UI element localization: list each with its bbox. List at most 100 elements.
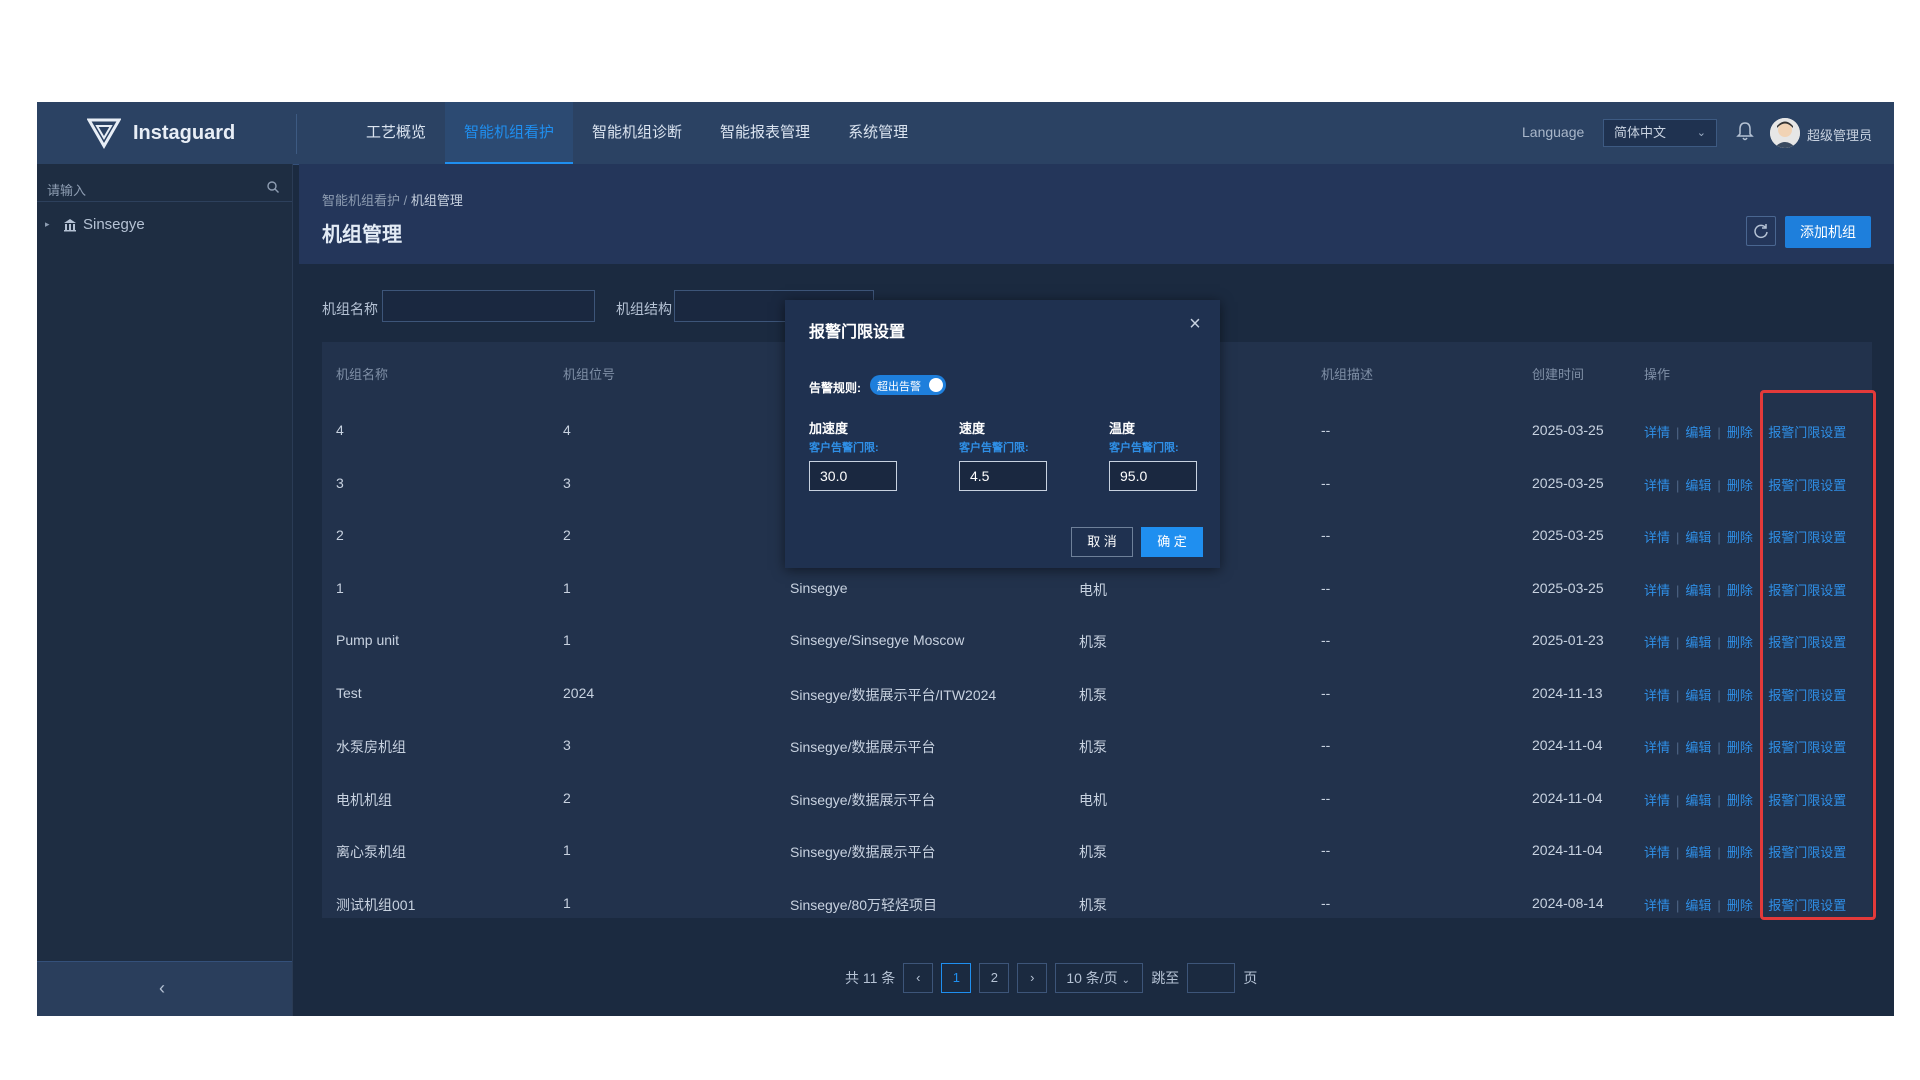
action-separator: | — [1717, 845, 1721, 860]
edit-link[interactable]: 编辑 — [1685, 845, 1711, 860]
refresh-button[interactable] — [1746, 216, 1776, 246]
caret-right-icon[interactable]: ▸ — [45, 219, 57, 230]
cell-description: -- — [1321, 842, 1331, 858]
action-separator: | — [1717, 635, 1721, 650]
details-link[interactable]: 详情 — [1644, 898, 1670, 913]
toggle-knob — [929, 378, 943, 392]
avatar[interactable] — [1770, 118, 1800, 148]
search-icon[interactable] — [266, 180, 280, 194]
page-unit-label: 页 — [1243, 970, 1258, 986]
page-size-select[interactable]: 10 条/页 ⌄ — [1055, 963, 1144, 993]
user-name[interactable]: 超级管理员 — [1807, 125, 1872, 144]
alarm-rule-label: 告警规则: — [809, 381, 861, 395]
refresh-icon — [1754, 224, 1768, 239]
cell-structure: Sinsegye/Sinsegye Moscow — [790, 632, 965, 648]
nav-item-process-overview[interactable]: 工艺概览 — [347, 102, 445, 164]
cell-structure: Sinsegye/数据展示平台 — [790, 844, 936, 860]
app-name: Instaguard — [133, 121, 236, 144]
delete-link[interactable]: 删除 — [1727, 583, 1753, 598]
cell-name: 测试机组001 — [336, 896, 416, 913]
details-link[interactable]: 详情 — [1644, 530, 1670, 545]
logo-icon — [87, 118, 121, 149]
edit-link[interactable]: 编辑 — [1685, 688, 1711, 703]
column-header-name: 机组名称 — [336, 367, 389, 382]
language-select[interactable]: 简体中文 ⌄ — [1603, 119, 1717, 147]
details-link[interactable]: 详情 — [1644, 425, 1670, 440]
bell-icon[interactable] — [1735, 120, 1755, 142]
temperature-threshold-input[interactable]: 95.0 — [1109, 461, 1197, 491]
delete-link[interactable]: 删除 — [1727, 425, 1753, 440]
details-link[interactable]: 详情 — [1644, 478, 1670, 493]
add-unit-button[interactable]: 添加机组 — [1785, 216, 1871, 248]
edit-link[interactable]: 编辑 — [1685, 793, 1711, 808]
edit-link[interactable]: 编辑 — [1685, 635, 1711, 650]
details-link[interactable]: 详情 — [1644, 688, 1670, 703]
velocity-threshold-input[interactable]: 4.5 — [959, 461, 1047, 491]
logo[interactable]: Instaguard — [87, 116, 235, 150]
details-link[interactable]: 详情 — [1644, 845, 1670, 860]
filter-structure-label: 机组结构 — [616, 301, 672, 317]
cell-created: 2024-11-04 — [1532, 737, 1603, 753]
acceleration-threshold-input[interactable]: 30.0 — [809, 461, 897, 491]
tree-search-input[interactable]: 请输入 — [37, 174, 292, 202]
edit-link[interactable]: 编辑 — [1685, 740, 1711, 755]
top-header: Instaguard 工艺概览 智能机组看护 智能机组诊断 智能报表管理 系统管… — [37, 102, 1894, 165]
acceleration-field-group: 加速度 客户告警门限: 30.0 — [809, 418, 909, 491]
edit-link[interactable]: 编辑 — [1685, 478, 1711, 493]
acceleration-threshold-label: 客户告警门限: — [809, 442, 879, 454]
delete-link[interactable]: 删除 — [1727, 898, 1753, 913]
edit-link[interactable]: 编辑 — [1685, 583, 1711, 598]
cell-created: 2024-11-13 — [1532, 684, 1603, 701]
action-separator: | — [1717, 687, 1721, 703]
chevron-down-icon: ⌄ — [1696, 127, 1706, 139]
cancel-button[interactable]: 取 消 — [1071, 527, 1133, 557]
nav-item-unit-diagnosis[interactable]: 智能机组诊断 — [573, 102, 701, 164]
details-link[interactable]: 详情 — [1644, 635, 1670, 650]
prev-page-button[interactable]: ‹ — [903, 963, 934, 993]
cell-description: -- — [1321, 579, 1331, 596]
nav-item-report-management[interactable]: 智能报表管理 — [701, 102, 829, 164]
chevron-left-icon[interactable]: ‹ — [159, 978, 165, 999]
building-icon — [64, 218, 76, 231]
close-icon[interactable]: × — [1184, 313, 1206, 335]
jump-page-input[interactable] — [1187, 963, 1236, 993]
breadcrumb: 智能机组看护 / 机组管理 — [322, 190, 463, 209]
cell-name: 1 — [336, 579, 344, 596]
delete-link[interactable]: 删除 — [1727, 845, 1753, 860]
details-link[interactable]: 详情 — [1644, 740, 1670, 755]
filter-name-input[interactable] — [382, 290, 595, 322]
table-row: 离心泵机组 1 Sinsegye/数据展示平台 机泵 -- 2024-11-04 详情 | 编辑… — [322, 824, 1872, 876]
pagination-total: 共 11 条 — [845, 970, 896, 986]
details-link[interactable]: 详情 — [1644, 583, 1670, 598]
edit-link[interactable]: 编辑 — [1685, 425, 1711, 440]
breadcrumb-item[interactable]: 智能机组看护 — [322, 193, 400, 208]
tree-node-root[interactable]: ▸ Sinsegye — [45, 216, 145, 233]
action-separator: | — [1676, 740, 1680, 755]
cell-type: 机泵 — [1079, 686, 1107, 703]
cell-description: -- — [1321, 737, 1331, 753]
alarm-rule-toggle[interactable]: 超出告警 — [870, 375, 946, 395]
nav-item-system-management[interactable]: 系统管理 — [829, 102, 927, 164]
page-button-1[interactable]: 1 — [941, 963, 972, 993]
delete-link[interactable]: 删除 — [1727, 478, 1753, 493]
cell-structure: Sinsegye/数据展示平台 — [790, 791, 936, 808]
details-link[interactable]: 详情 — [1644, 793, 1670, 808]
delete-link[interactable]: 删除 — [1727, 530, 1753, 545]
cell-name: 4 — [336, 422, 344, 438]
edit-link[interactable]: 编辑 — [1685, 530, 1711, 545]
nav-item-unit-care[interactable]: 智能机组看护 — [445, 102, 574, 164]
delete-link[interactable]: 删除 — [1727, 635, 1753, 650]
page-button-2[interactable]: 2 — [979, 963, 1010, 993]
cell-description: -- — [1321, 684, 1331, 701]
delete-link[interactable]: 删除 — [1727, 688, 1753, 703]
delete-link[interactable]: 删除 — [1727, 740, 1753, 755]
cell-type: 电机 — [1079, 581, 1107, 598]
next-page-button[interactable]: › — [1017, 963, 1048, 993]
cell-structure: Sinsegye/数据展示平台/ITW2024 — [790, 686, 997, 703]
delete-link[interactable]: 删除 — [1727, 793, 1753, 808]
action-separator: | — [1717, 740, 1721, 755]
edit-link[interactable]: 编辑 — [1685, 898, 1711, 913]
acceleration-label: 加速度 — [809, 421, 849, 436]
cell-type: 电机 — [1079, 791, 1107, 808]
confirm-button[interactable]: 确 定 — [1141, 527, 1203, 557]
